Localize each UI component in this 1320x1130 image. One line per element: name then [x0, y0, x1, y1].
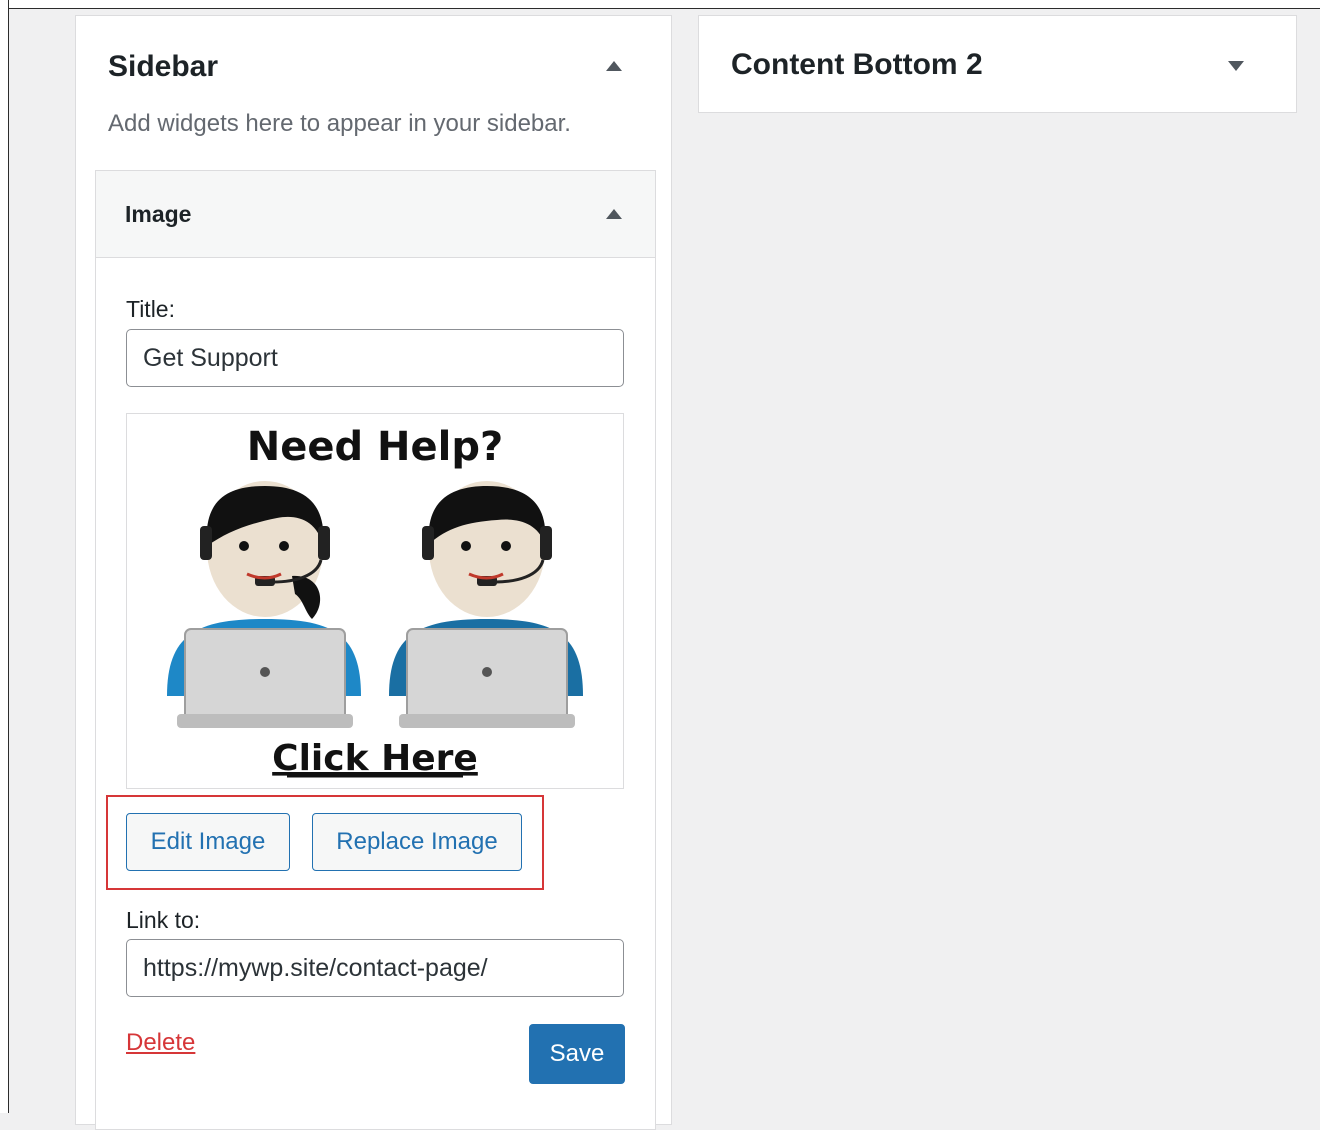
replace-image-button[interactable]: Replace Image	[312, 813, 522, 871]
left-agent-figure	[167, 481, 361, 728]
sidebar-area-description: Add widgets here to appear in your sideb…	[108, 110, 571, 137]
delete-link[interactable]: Delete	[126, 1029, 195, 1057]
support-agents-image: Need Help? Click Here	[167, 424, 583, 779]
image-widget: Image Title: Need Help?	[95, 170, 656, 1130]
window-frame-left	[0, 0, 9, 1113]
save-button[interactable]: Save	[529, 1024, 625, 1084]
edit-image-button[interactable]: Edit Image	[126, 813, 290, 871]
sidebar-area-title: Sidebar	[108, 50, 219, 83]
image-widget-header[interactable]: Image	[96, 171, 655, 258]
image-footer-text: Click Here	[272, 738, 478, 779]
arrow-up-icon	[606, 209, 622, 219]
image-heading-text: Need Help?	[247, 424, 503, 470]
right-agent-figure	[389, 481, 583, 728]
title-input[interactable]	[126, 329, 624, 387]
arrow-up-icon	[606, 61, 622, 71]
link-input[interactable]	[126, 939, 624, 997]
sidebar-collapse-button[interactable]	[604, 58, 624, 74]
content-bottom-2-area[interactable]: Content Bottom 2	[698, 15, 1297, 113]
title-field-label: Title:	[126, 296, 175, 322]
content-bottom-2-title: Content Bottom 2	[731, 48, 983, 81]
image-widget-toggle-button[interactable]	[604, 206, 624, 222]
content-bottom-2-expand-button[interactable]	[1226, 58, 1246, 74]
sidebar-widget-area: Sidebar Add widgets here to appear in yo…	[75, 15, 672, 1130]
arrow-down-icon	[1228, 61, 1244, 71]
window-frame-top	[0, 0, 1320, 9]
image-widget-title: Image	[125, 201, 192, 227]
link-field-label: Link to:	[126, 907, 201, 933]
image-preview[interactable]: Need Help? Click Here	[126, 413, 624, 789]
